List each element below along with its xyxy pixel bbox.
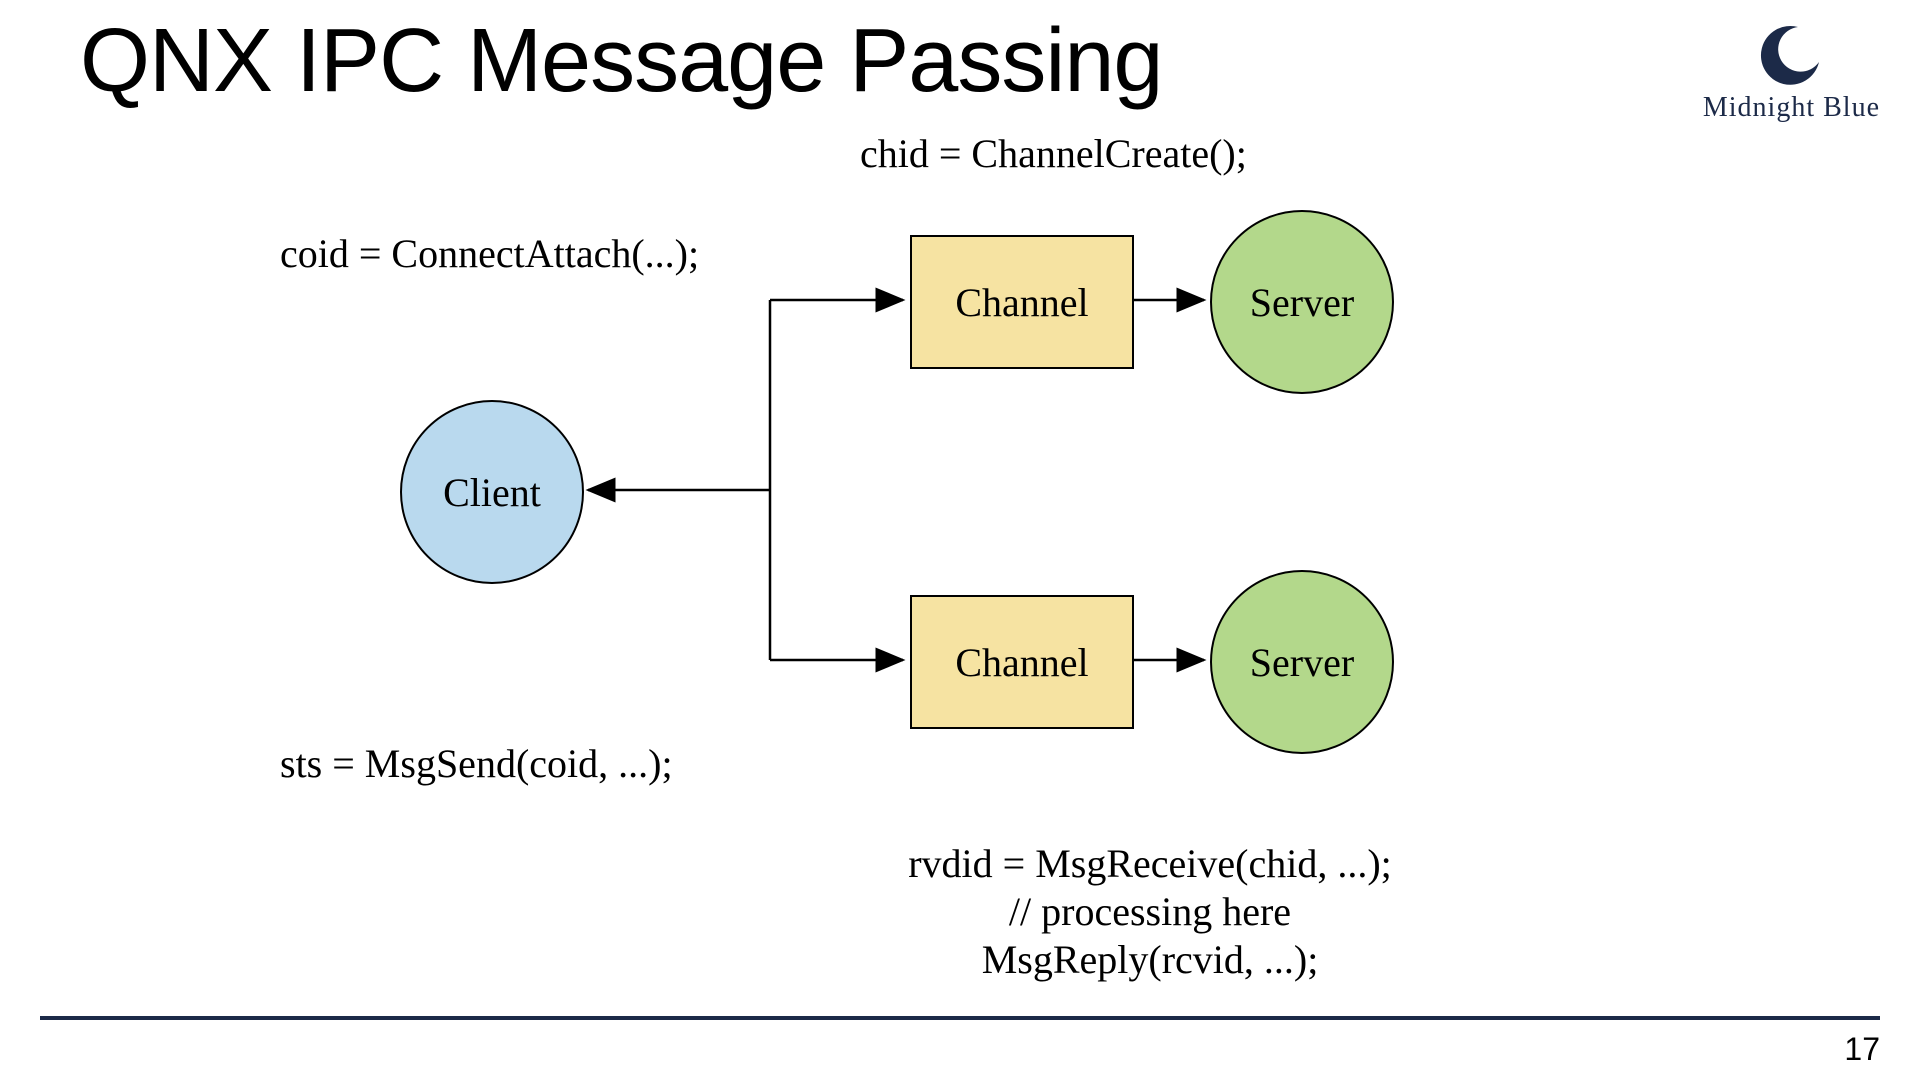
brand-logo: Midnight Blue [1703,20,1880,124]
node-client-label: Client [443,469,541,516]
node-server-1-label: Server [1250,279,1354,326]
node-server-2-label: Server [1250,639,1354,686]
label-recv-line2: // processing here [870,888,1430,936]
label-recv-line3: MsgReply(rcvid, ...); [870,936,1430,984]
node-server-1: Server [1210,210,1394,394]
footer-rule [40,1016,1880,1020]
label-coid: coid = ConnectAttach(...); [280,230,699,277]
node-channel-2: Channel [910,595,1134,729]
slide-title: QNX IPC Message Passing [80,10,1162,113]
node-channel-2-label: Channel [955,639,1088,686]
label-chid: chid = ChannelCreate(); [860,130,1247,177]
brand-name: Midnight Blue [1703,92,1880,124]
node-channel-1: Channel [910,235,1134,369]
node-server-2: Server [1210,570,1394,754]
label-recv-line1: rvdid = MsgReceive(chid, ...); [870,840,1430,888]
node-channel-1-label: Channel [955,279,1088,326]
label-receive-block: rvdid = MsgReceive(chid, ...); // proces… [870,840,1430,984]
node-client: Client [400,400,584,584]
page-number: 17 [1844,1031,1880,1068]
moon-icon [1751,20,1831,90]
label-sts: sts = MsgSend(coid, ...); [280,740,673,787]
